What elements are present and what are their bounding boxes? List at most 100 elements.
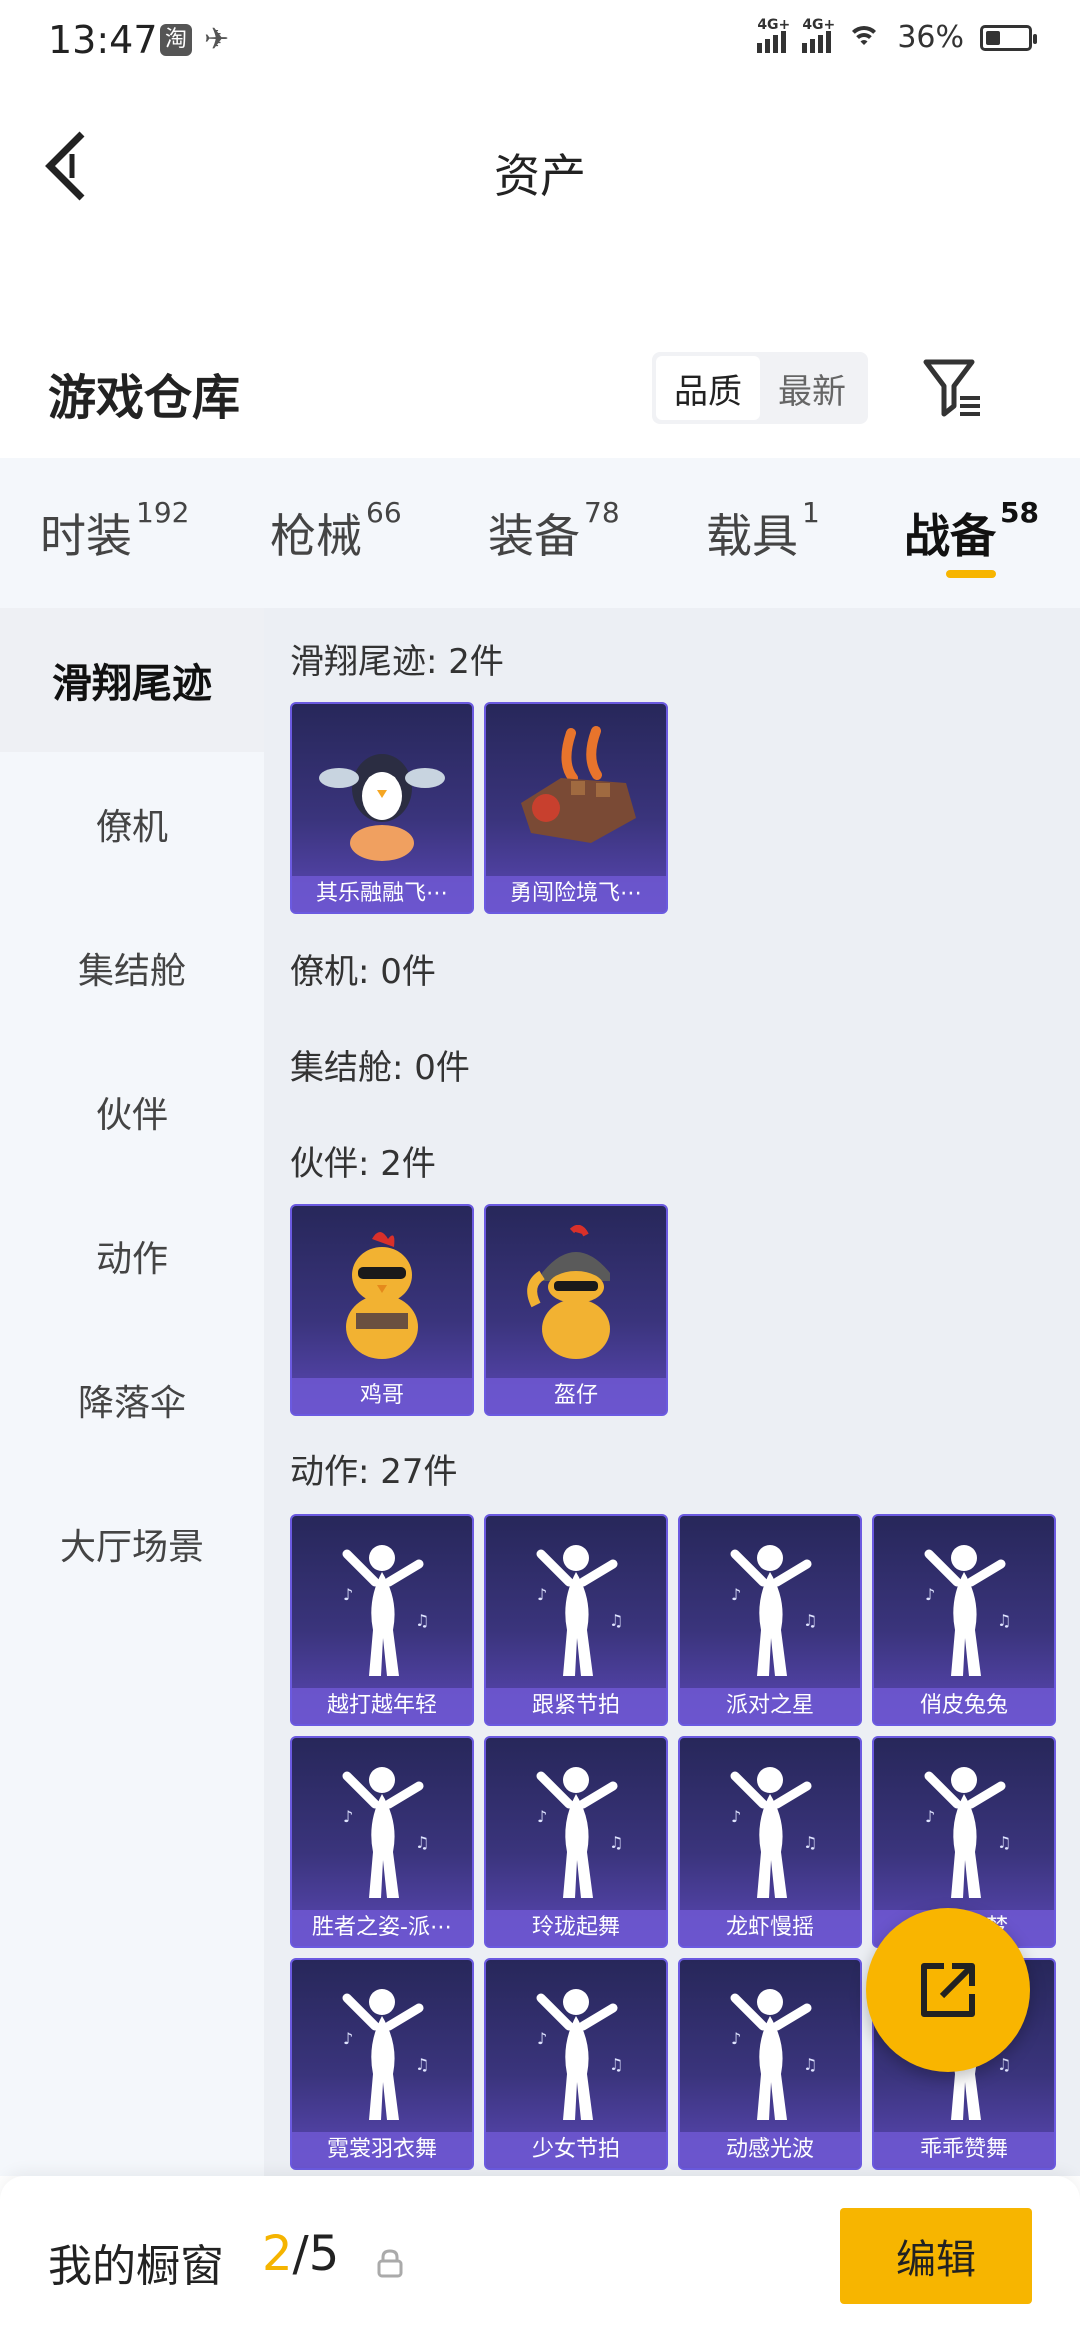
sidebar-item-companion[interactable]: 伙伴	[0, 1040, 264, 1184]
item-card[interactable]: ♪ ♫ 动感光波	[678, 1958, 862, 2170]
lock-icon	[376, 2248, 404, 2278]
dance-pose-icon: ♪♫	[292, 1960, 472, 2138]
item-label: 少女节拍	[486, 2132, 666, 2168]
category-tabs: 时装 192 枪械 66 装备 78 载具 1 战备 58	[0, 458, 1080, 608]
item-card[interactable]: ♪ ♫ 胜者之姿-派⋯	[290, 1736, 474, 1948]
item-label: 其乐融融飞⋯	[292, 876, 472, 912]
sidebar-item-wingman[interactable]: 僚机	[0, 752, 264, 896]
item-card[interactable]: ♪ ♫ 霓裳羽衣舞	[290, 1958, 474, 2170]
svg-text:♫: ♫	[803, 2055, 817, 2074]
dance-pose-icon: ♪♫	[874, 1738, 1054, 1916]
item-card[interactable]: ♪ ♫ 跟紧节拍	[484, 1514, 668, 1726]
tab-battle-gear[interactable]: 战备 58	[904, 496, 1039, 566]
item-label: 胜者之姿-派⋯	[292, 1910, 472, 1946]
tab-label: 载具	[706, 509, 798, 563]
item-card[interactable]: 鸡哥	[290, 1204, 474, 1416]
rocket-glider-icon	[486, 704, 666, 882]
sidebar-item-rally-pod[interactable]: 集结舱	[0, 896, 264, 1040]
item-card[interactable]: 勇闯险境飞⋯	[484, 702, 668, 914]
sort-toggle: 品质 最新	[652, 352, 868, 424]
svg-text:♪: ♪	[731, 1807, 741, 1826]
item-card[interactable]: ♪ ♫ 越打越年轻	[290, 1514, 474, 1726]
tab-count: 1	[802, 496, 820, 529]
item-label: 动感光波	[680, 2132, 860, 2168]
svg-text:♫: ♫	[997, 1611, 1011, 1630]
item-label: 派对之星	[680, 1688, 860, 1724]
svg-text:♪: ♪	[925, 1585, 935, 1604]
battery-icon	[980, 24, 1037, 51]
svg-text:♫: ♫	[609, 1611, 623, 1630]
sidebar-item-lobby-scene[interactable]: 大厅场景	[0, 1472, 264, 1616]
item-label: 鸡哥	[292, 1378, 472, 1414]
svg-text:♫: ♫	[415, 1611, 429, 1630]
group-title-emote: 动作: 27件	[290, 1452, 458, 1492]
tab-label: 装备	[488, 509, 580, 563]
tab-guns[interactable]: 枪械 66	[270, 496, 402, 566]
sidebar-item-parachute[interactable]: 降落伞	[0, 1328, 264, 1472]
showcase-current: 2	[262, 2226, 293, 2282]
dance-pose-icon: ♪♫	[680, 1960, 860, 2138]
sidebar: 滑翔尾迹 僚机 集结舱 伙伴 动作 降落伞 大厅场景	[0, 608, 264, 2176]
svg-text:♫: ♫	[803, 1611, 817, 1630]
showcase-label: 我的橱窗	[48, 2241, 224, 2292]
item-card[interactable]: ♪ ♫ 玲珑起舞	[484, 1736, 668, 1948]
tab-count: 78	[584, 496, 620, 529]
svg-text:♫: ♫	[609, 2055, 623, 2074]
item-label: 勇闯险境飞⋯	[486, 876, 666, 912]
item-label: 俏皮兔兔	[874, 1688, 1054, 1724]
svg-text:♪: ♪	[343, 1807, 353, 1826]
signal-icon: 4G+	[802, 17, 835, 53]
dance-pose-icon: ♪♫	[486, 1738, 666, 1916]
item-card[interactable]: ♪ ♫ 龙虾慢摇	[678, 1736, 862, 1948]
sidebar-item-emote[interactable]: 动作	[0, 1184, 264, 1328]
item-card[interactable]: ♪ ♫ 少女节拍	[484, 1958, 668, 2170]
showcase-total: 5	[308, 2226, 340, 2282]
svg-text:♪: ♪	[925, 1807, 935, 1826]
taobao-icon: 淘	[160, 24, 192, 56]
signal-icon: 4G+	[757, 17, 790, 53]
svg-text:♫: ♫	[415, 2055, 429, 2074]
showcase-bar: 我的橱窗 2/5 编辑	[0, 2176, 1080, 2340]
item-label: 霓裳羽衣舞	[292, 2132, 472, 2168]
item-card[interactable]: ♪ ♫ 俏皮兔兔	[872, 1514, 1056, 1726]
group-title-wingman: 僚机: 0件	[290, 952, 436, 992]
svg-text:♫: ♫	[997, 2055, 1011, 2074]
filter-icon[interactable]	[922, 356, 984, 420]
svg-text:♪: ♪	[537, 1807, 547, 1826]
dance-pose-icon: ♪♫	[874, 1516, 1054, 1694]
svg-text:♪: ♪	[537, 2029, 547, 2048]
status-time: 13:47	[48, 18, 158, 62]
page-title: 资产	[494, 149, 586, 203]
svg-text:♫: ♫	[415, 1833, 429, 1852]
penguin-glider-icon	[292, 704, 472, 882]
group-title-rally-pod: 集结舱: 0件	[290, 1048, 470, 1088]
sort-newest[interactable]: 最新	[760, 356, 864, 420]
svg-text:♪: ♪	[343, 1585, 353, 1604]
tab-fashion[interactable]: 时装 192	[40, 496, 189, 566]
edit-button[interactable]: 编辑	[840, 2208, 1032, 2304]
item-card[interactable]: 盔仔	[484, 1204, 668, 1416]
share-external-icon[interactable]	[866, 1908, 1030, 2072]
item-card[interactable]: ♪ ♫ 派对之星	[678, 1514, 862, 1726]
tab-label: 枪械	[270, 509, 362, 563]
svg-text:♪: ♪	[731, 1585, 741, 1604]
status-bar: 13:47 淘 ✈ 4G+ 4G+ 36%	[0, 0, 1080, 84]
group-title-companion: 伙伴: 2件	[290, 1144, 436, 1184]
svg-text:♫: ♫	[803, 1833, 817, 1852]
dance-pose-icon: ♪♫	[486, 1960, 666, 2138]
tab-equipment[interactable]: 装备 78	[488, 496, 620, 566]
item-label: 越打越年轻	[292, 1688, 472, 1724]
svg-text:♪: ♪	[343, 2029, 353, 2048]
item-card[interactable]: 其乐融融飞⋯	[290, 702, 474, 914]
dance-pose-icon: ♪♫	[292, 1516, 472, 1694]
dance-pose-icon: ♪♫	[680, 1516, 860, 1694]
showcase-separator: /	[292, 2226, 309, 2282]
tab-indicator	[946, 570, 996, 578]
sidebar-item-glide-trail[interactable]: 滑翔尾迹	[0, 608, 264, 752]
tab-count: 58	[1000, 496, 1039, 529]
tab-vehicles[interactable]: 载具 1	[706, 496, 820, 566]
group-title-glide-trail: 滑翔尾迹: 2件	[290, 642, 504, 682]
warehouse-title: 游戏仓库	[48, 370, 241, 426]
dance-pose-icon: ♪♫	[680, 1738, 860, 1916]
sort-quality[interactable]: 品质	[656, 356, 760, 420]
